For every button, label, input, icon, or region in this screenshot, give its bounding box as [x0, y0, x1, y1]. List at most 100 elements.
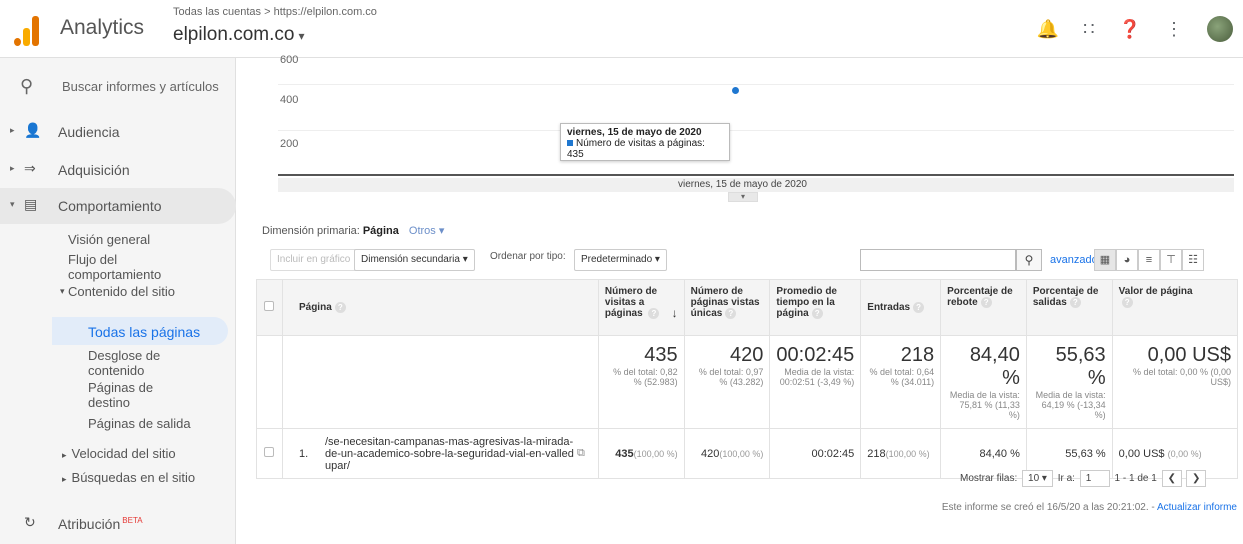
cell-pct: (0,00 %) — [1167, 448, 1202, 459]
next-page-button[interactable]: ❯ — [1185, 470, 1207, 487]
sidebar-item-label: Atribución BETA — [58, 516, 143, 532]
row-avg-time: 00:02:45 — [769, 428, 862, 479]
attribution-icon: ↻ — [24, 514, 36, 530]
search-icon[interactable]: ⚲ — [1016, 249, 1042, 271]
more-icon[interactable]: ⋮ — [1165, 19, 1183, 40]
comparison-view-icon[interactable]: ⊤ — [1160, 249, 1182, 271]
advanced-filter-link[interactable]: avanzado — [1050, 254, 1098, 266]
sidebar-item-busquedas[interactable]: ▸ Búsquedas en el sitio — [62, 470, 202, 487]
sidebar-item-adquisicion[interactable]: ▸ ⇒ Adquisición — [0, 152, 236, 188]
breadcrumb[interactable]: Todas las cuentas > https://elpilon.com.… — [173, 6, 377, 18]
cell-value: 0,00 US$ — [1118, 447, 1165, 460]
total-entries: 218% del total: 0,64 % (34.011) — [860, 335, 942, 429]
help-icon[interactable]: ? — [334, 301, 346, 313]
sidebar-item-desglose[interactable]: Desglose de contenido — [88, 348, 198, 378]
prev-page-button[interactable]: ❮ — [1161, 470, 1182, 487]
chevron-down-icon: ▾ — [298, 29, 305, 43]
range-handle-icon[interactable]: ▾ — [728, 192, 758, 202]
row-unique: 420(100,00 %) — [683, 428, 771, 479]
help-icon[interactable]: ? — [913, 301, 925, 313]
pie-view-icon[interactable]: ◕ — [1116, 249, 1138, 271]
rows-per-page-select[interactable]: 10 ▾ — [1022, 470, 1053, 487]
col-value[interactable]: Valor de página? — [1111, 279, 1239, 336]
sort-type-dropdown[interactable]: Predeterminado ▾ — [574, 249, 667, 271]
col-bounce[interactable]: Porcentaje de rebote? — [940, 279, 1027, 336]
primary-dimension-label: Dimensión primaria: — [262, 225, 360, 237]
data-point[interactable] — [732, 86, 739, 94]
sidebar-search[interactable]: ⚲ Buscar informes y artículos — [0, 70, 236, 106]
sidebar-sub-flujo[interactable]: Flujo del comportamiento — [68, 252, 198, 282]
totals-row: 435% del total: 0,82 % (52.983) 420% del… — [256, 335, 1239, 429]
primary-dimension-value[interactable]: Página — [363, 225, 399, 237]
select-all-checkbox-cell[interactable] — [256, 279, 283, 336]
help-icon[interactable]: ? — [980, 297, 992, 308]
col-exits[interactable]: Porcentaje de salidas? — [1025, 279, 1113, 336]
col-entries[interactable]: Entradas? — [860, 279, 942, 336]
col-views[interactable]: Número de visitas a páginas ↓? — [597, 279, 685, 336]
col-label: Promedio de tiempo en la página — [776, 286, 837, 320]
col-avg-time[interactable]: Promedio de tiempo en la página? — [769, 279, 862, 336]
x-axis — [278, 174, 1234, 176]
y-tick-label: 600 — [280, 54, 299, 66]
sidebar-sub-label: Contenido del sitio — [68, 284, 175, 299]
cell-pct: (100,00 %) — [633, 448, 678, 459]
cell-pct: (100,00 %) — [719, 448, 764, 459]
table-view-icon[interactable]: ▦ — [1094, 249, 1116, 271]
goto-page-input[interactable]: 1 — [1079, 470, 1110, 487]
total-sub: Media de la vista: 64,19 % (-13,34 %) — [1035, 390, 1106, 420]
checkbox[interactable] — [264, 301, 275, 311]
sort-arrow-icon: ↓ — [671, 306, 678, 320]
avatar[interactable] — [1207, 16, 1233, 42]
page-path-link[interactable]: /se-necesitan-campanas-mas-agresivas-la-… — [325, 436, 575, 472]
total-unique: 420% del total: 0,97 % (43.282) — [683, 335, 771, 429]
total-sub: Media de la vista: 75,81 % (11,33 %) — [949, 390, 1020, 420]
date-label: viernes, 15 de mayo de 2020 — [678, 179, 807, 190]
total-sub: Media de la vista: 00:02:51 (-3,49 %) — [779, 367, 855, 387]
help-icon[interactable]: ❓ — [1119, 19, 1141, 40]
sidebar-item-velocidad[interactable]: ▸ Velocidad del sitio — [62, 446, 176, 463]
sidebar-item-paginas-salida[interactable]: Páginas de salida — [88, 416, 191, 431]
col-unique[interactable]: Número de páginas vistas únicas? — [683, 279, 771, 336]
sidebar-item-audiencia[interactable]: ▸ 👤 Audiencia — [0, 114, 236, 150]
total-value: 00:02:45 — [776, 344, 855, 366]
sidebar-item-paginas-destino[interactable]: Páginas de destino — [88, 380, 178, 410]
performance-view-icon[interactable]: ≡ — [1138, 249, 1160, 271]
total-sub: % del total: 0,64 % (34.011) — [869, 367, 935, 387]
apps-icon[interactable]: ∷ — [1083, 19, 1094, 40]
analytics-logo[interactable] — [12, 14, 40, 46]
help-icon[interactable]: ? — [1069, 297, 1081, 308]
refresh-report-link[interactable]: Actualizar informe — [1157, 502, 1237, 513]
empty-cell — [256, 335, 283, 429]
cell-value: 435 — [615, 447, 634, 460]
search-placeholder: Buscar informes y artículos — [62, 79, 219, 94]
help-icon[interactable]: ? — [725, 308, 737, 319]
secondary-dimension-dropdown[interactable]: Dimensión secundaria ▾ — [354, 249, 475, 271]
sidebar-item-comportamiento[interactable]: ▾ ▤ Comportamiento — [0, 188, 236, 224]
external-link-icon[interactable]: ⧉ — [577, 447, 585, 460]
row-index: 1. — [298, 447, 309, 460]
sidebar-item-todas-las-paginas[interactable]: Todas las páginas — [88, 324, 200, 340]
property-selector[interactable]: elpilon.com.co ▾ — [173, 24, 304, 46]
empty-cell — [281, 335, 599, 429]
col-label: Porcentaje de salidas — [1032, 286, 1099, 309]
help-icon[interactable]: ? — [811, 308, 823, 319]
cell-value: 420 — [701, 447, 720, 460]
help-icon[interactable]: ? — [1121, 297, 1133, 308]
total-sub: % del total: 0,00 % (0,00 US$) — [1132, 367, 1231, 387]
bell-icon[interactable]: 🔔 — [1037, 19, 1059, 40]
range-label: 1 - 1 de 1 — [1114, 473, 1157, 484]
checkbox[interactable] — [264, 447, 275, 457]
pivot-view-icon[interactable]: ☷ — [1182, 249, 1204, 271]
sidebar-item-atribucion[interactable]: ↻ Atribución BETA — [0, 506, 236, 542]
total-sub: % del total: 0,97 % (43.282) — [698, 367, 764, 387]
chart-tooltip: viernes, 15 de mayo de 2020 Número de vi… — [560, 123, 730, 161]
row-checkbox-cell[interactable] — [256, 428, 283, 479]
col-page[interactable]: Página? — [281, 279, 599, 336]
help-icon[interactable]: ? — [648, 308, 660, 319]
sidebar-item-label: Comportamiento — [58, 198, 162, 214]
table-search-input[interactable] — [860, 249, 1016, 271]
include-in-chart-button[interactable]: Incluir en gráfico — [270, 249, 358, 271]
sidebar-sub-vision-general[interactable]: Visión general — [68, 232, 150, 247]
sidebar-sub-contenido[interactable]: ▾ Contenido del sitio — [60, 284, 178, 299]
other-dimensions-link[interactable]: Otros ▾ — [409, 225, 444, 237]
